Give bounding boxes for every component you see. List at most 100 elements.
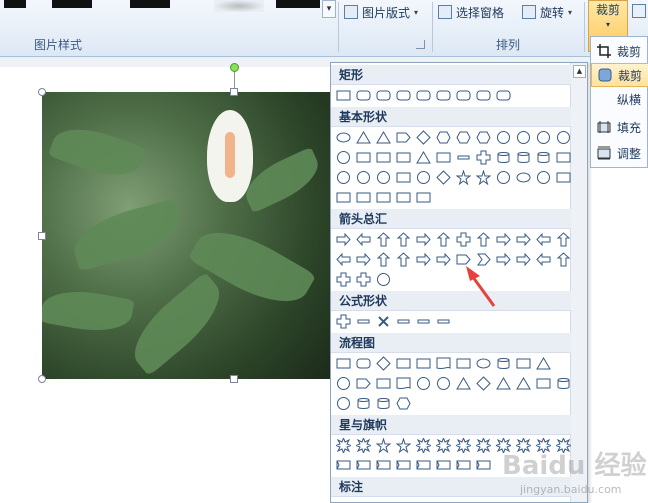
shape-rect-icon[interactable]	[455, 355, 472, 372]
shape-rect-icon[interactable]	[355, 149, 372, 166]
shape-cyl-icon[interactable]	[535, 149, 552, 166]
shape-arU-icon[interactable]	[375, 231, 392, 248]
shape-arR-icon[interactable]	[415, 231, 432, 248]
shape-rrect-icon[interactable]	[475, 87, 492, 104]
shape-star-icon[interactable]	[395, 437, 412, 454]
shape-rect-icon[interactable]	[535, 375, 552, 392]
shape-diamond-icon[interactable]	[475, 375, 492, 392]
resize-handle[interactable]	[230, 375, 238, 383]
shape-arU-icon[interactable]	[395, 231, 412, 248]
shape-rect-icon[interactable]	[435, 149, 452, 166]
shape-banner-icon[interactable]	[415, 457, 432, 474]
shape-rect-icon[interactable]	[335, 87, 352, 104]
shape-arL-icon[interactable]	[355, 231, 372, 248]
shape-rect-icon[interactable]	[415, 189, 432, 206]
shape-circle-icon[interactable]	[335, 149, 352, 166]
shape-circle-icon[interactable]	[515, 129, 532, 146]
shape-circle-icon[interactable]	[535, 169, 552, 186]
dialog-launcher-icon[interactable]	[416, 40, 425, 49]
gallery-scrollbar[interactable]: ▲	[570, 63, 587, 502]
shape-banner-icon[interactable]	[395, 457, 412, 474]
shape-times-icon[interactable]	[375, 313, 392, 330]
shape-arU-icon[interactable]	[555, 231, 572, 248]
shape-burst-icon[interactable]	[335, 437, 352, 454]
shape-rrect-icon[interactable]	[435, 87, 452, 104]
shape-arU-icon[interactable]	[375, 251, 392, 268]
shape-star-icon[interactable]	[455, 169, 472, 186]
shape-circle-icon[interactable]	[535, 129, 552, 146]
shape-tri-icon[interactable]	[355, 129, 372, 146]
shape-cyl-icon[interactable]	[355, 395, 372, 412]
shape-star-icon[interactable]	[375, 437, 392, 454]
shape-hex-icon[interactable]	[395, 395, 412, 412]
shape-diamond-icon[interactable]	[415, 129, 432, 146]
shape-circle-icon[interactable]	[555, 129, 572, 146]
menu-item-aspect-ratio[interactable]: 纵横	[591, 87, 648, 111]
resize-handle[interactable]	[38, 232, 46, 240]
shape-arR-icon[interactable]	[515, 251, 532, 268]
shape-hex-icon[interactable]	[455, 129, 472, 146]
rotation-handle[interactable]	[230, 63, 239, 72]
shape-circle-icon[interactable]	[335, 395, 352, 412]
selection-pane-button[interactable]: 选择窗格	[438, 2, 504, 22]
shape-cyl-icon[interactable]	[375, 395, 392, 412]
shape-rect-icon[interactable]	[395, 355, 412, 372]
shape-circle-icon[interactable]	[375, 271, 392, 288]
shape-circle-icon[interactable]	[335, 375, 352, 392]
shape-banner-icon[interactable]	[475, 457, 492, 474]
shape-arL-icon[interactable]	[535, 251, 552, 268]
shape-rrect-icon[interactable]	[455, 87, 472, 104]
scroll-up-icon[interactable]: ▲	[573, 65, 586, 78]
shape-banner-icon[interactable]	[355, 457, 372, 474]
shape-cyl-icon[interactable]	[515, 149, 532, 166]
gallery-more-button[interactable]: ▾	[322, 0, 336, 18]
shape-banner-icon[interactable]	[375, 457, 392, 474]
shape-burst-icon[interactable]	[455, 437, 472, 454]
resize-handle[interactable]	[38, 375, 46, 383]
shape-plus-icon[interactable]	[475, 149, 492, 166]
shape-pent-icon[interactable]	[355, 375, 372, 392]
shape-rect-icon[interactable]	[375, 149, 392, 166]
style-thumb[interactable]	[52, 0, 92, 8]
shape-pent-icon[interactable]	[455, 251, 472, 268]
shape-diamond-icon[interactable]	[435, 169, 452, 186]
shape-burst-icon[interactable]	[435, 437, 452, 454]
rotate-button[interactable]: 旋转 ▾	[522, 2, 572, 22]
shape-plus-icon[interactable]	[455, 231, 472, 248]
shapes-gallery[interactable]: ▲ 矩形 基本形状 箭头总汇 公式形状 流程图 星与旗帜 标注	[330, 62, 588, 503]
shape-plus-icon[interactable]	[335, 271, 352, 288]
shape-circle-icon[interactable]	[355, 169, 372, 186]
shape-rect-icon[interactable]	[375, 375, 392, 392]
shape-arU-icon[interactable]	[555, 251, 572, 268]
shape-minus-icon[interactable]	[435, 313, 452, 330]
shape-rrect-icon[interactable]	[495, 87, 512, 104]
shape-tri-icon[interactable]	[495, 375, 512, 392]
shape-minus-icon[interactable]	[395, 313, 412, 330]
shape-arR-icon[interactable]	[495, 251, 512, 268]
style-thumb[interactable]	[214, 0, 264, 12]
shape-hex-icon[interactable]	[435, 129, 452, 146]
shape-arU-icon[interactable]	[475, 231, 492, 248]
shape-cyl-icon[interactable]	[555, 375, 572, 392]
shape-arR-icon[interactable]	[435, 251, 452, 268]
shape-rrect-icon[interactable]	[415, 87, 432, 104]
shape-arR-icon[interactable]	[495, 231, 512, 248]
shape-rect-icon[interactable]	[395, 149, 412, 166]
shape-arR-icon[interactable]	[335, 231, 352, 248]
style-thumb[interactable]	[4, 0, 26, 8]
shape-rect-icon[interactable]	[415, 355, 432, 372]
picture-style-gallery[interactable]	[4, 0, 322, 18]
picture-layout-button[interactable]: 图片版式 ▾	[344, 2, 418, 22]
shape-circle-icon[interactable]	[415, 169, 432, 186]
shape-banner-icon[interactable]	[455, 457, 472, 474]
shape-circle-icon[interactable]	[435, 375, 452, 392]
shape-rect-icon[interactable]	[555, 169, 572, 186]
shape-minus-icon[interactable]	[415, 313, 432, 330]
menu-item-crop[interactable]: 裁剪	[591, 39, 648, 63]
shape-rect-icon[interactable]	[335, 189, 352, 206]
shape-arU-icon[interactable]	[395, 251, 412, 268]
menu-item-fit[interactable]: 调整	[591, 141, 648, 165]
shape-minus-icon[interactable]	[355, 313, 372, 330]
shape-burst-icon[interactable]	[415, 437, 432, 454]
resize-handle[interactable]	[230, 88, 238, 96]
